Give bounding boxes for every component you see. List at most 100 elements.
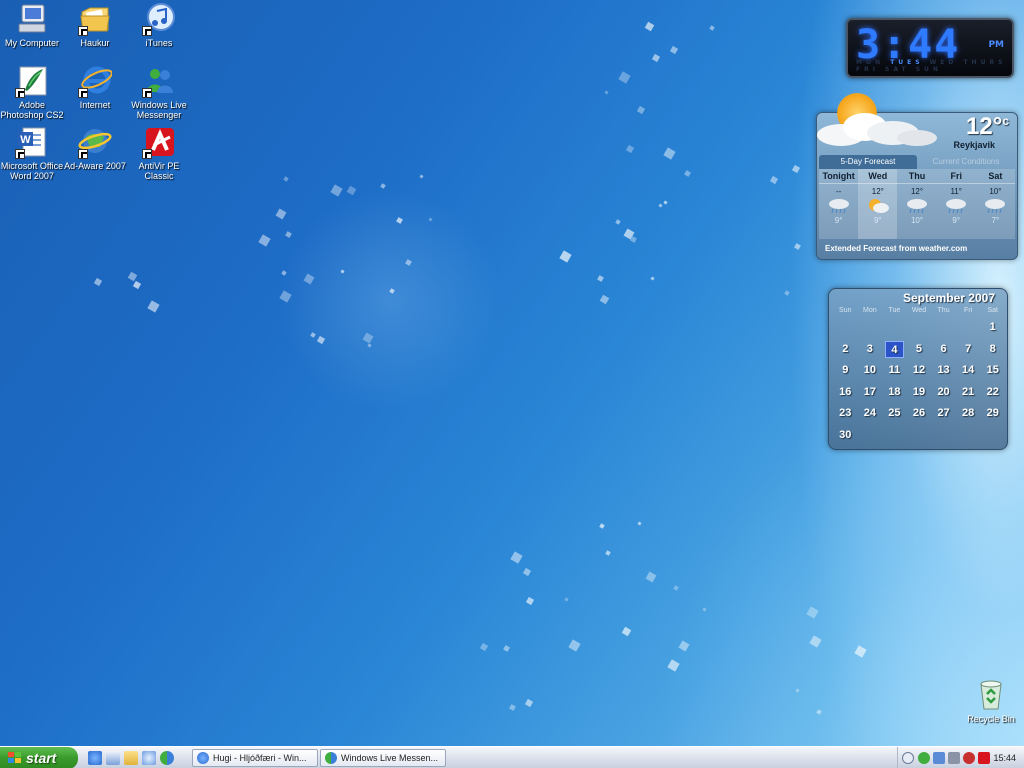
- calendar-day[interactable]: 30: [833, 425, 858, 447]
- calendar-day[interactable]: 7: [956, 339, 981, 361]
- calendar-day: [931, 317, 956, 339]
- clock-gadget[interactable]: 3:44 PM MON TUES WED THURS FRI SAT SUN: [846, 18, 1014, 78]
- rain-icon: [827, 198, 851, 214]
- calendar-day[interactable]: 24: [858, 403, 883, 425]
- clock-day: FRI: [856, 66, 879, 73]
- network-icon[interactable]: [933, 752, 945, 764]
- start-button[interactable]: start: [0, 747, 78, 768]
- forecast-day-name: Sat: [975, 169, 1016, 184]
- sparkle: [793, 243, 801, 251]
- task-button-hugi[interactable]: Hugi - Hljóðfæri - Win...: [192, 749, 318, 767]
- sparkle: [419, 174, 424, 179]
- calendar-day[interactable]: 12: [907, 360, 932, 382]
- sparkle: [524, 698, 533, 707]
- clock-day: THURS: [963, 59, 1007, 66]
- desktop-icon-itunes[interactable]: iTunes: [127, 2, 191, 48]
- sparkle: [316, 336, 325, 345]
- forecast-high: 11°: [950, 187, 962, 196]
- sparkle: [597, 275, 605, 282]
- sparkle: [133, 280, 142, 290]
- calendar-day[interactable]: 18: [882, 382, 907, 404]
- extended-forecast-link[interactable]: Extended Forecast from weather.com: [825, 244, 967, 253]
- calendar-day[interactable]: 6: [931, 339, 956, 361]
- calendar-day[interactable]: 2: [833, 339, 858, 361]
- calendar-day[interactable]: 15: [980, 360, 1005, 382]
- ie-icon[interactable]: [88, 751, 102, 765]
- weather-gadget[interactable]: 12°c Reykjavik 5-Day Forecast Current Co…: [816, 93, 1018, 260]
- sparkle: [644, 21, 655, 32]
- desktop-icon-internet[interactable]: Internet: [63, 64, 127, 110]
- sparkle: [637, 521, 642, 526]
- calendar-day[interactable]: 13: [931, 360, 956, 382]
- desktop-icon-haukur[interactable]: Haukur: [63, 2, 127, 48]
- forecast-day: Wed 12° 9°: [858, 169, 898, 239]
- clock-weekdays: MON TUES WED THURS FRI SAT SUN: [856, 59, 1012, 73]
- forecast-low: 9°: [873, 216, 882, 225]
- desktop-icon-photoshop[interactable]: Adobe Photoshop CS2: [0, 64, 64, 120]
- calendar-day[interactable]: 27: [931, 403, 956, 425]
- sparkle: [362, 332, 374, 344]
- messenger-icon: [142, 64, 176, 98]
- tab-5-day-forecast[interactable]: 5-Day Forecast: [819, 155, 917, 169]
- forecast-day: Tonight -- 9°: [819, 169, 859, 239]
- itunes-icon[interactable]: [142, 751, 156, 765]
- sparkle: [568, 638, 581, 652]
- desktop-icon-recycle-bin[interactable]: Recycle Bin: [959, 678, 1023, 724]
- calendar-day[interactable]: 5: [907, 339, 932, 361]
- calendar-day[interactable]: 16: [833, 382, 858, 404]
- calendar-day[interactable]: 21: [956, 382, 981, 404]
- calendar-day-today[interactable]: 4: [885, 340, 904, 358]
- desktop-icon-label: My Computer: [4, 38, 59, 48]
- clock-day: WED: [929, 59, 958, 66]
- calendar-day[interactable]: 11: [882, 360, 907, 382]
- calendar-day[interactable]: 10: [858, 360, 883, 382]
- calendar-day[interactable]: 14: [956, 360, 981, 382]
- shortcut-arrow-icon: [78, 149, 88, 159]
- folder-icon[interactable]: [124, 751, 138, 765]
- calendar-day[interactable]: 3: [858, 339, 883, 361]
- forecast-low: 10°: [910, 216, 924, 225]
- calendar-day[interactable]: 20: [931, 382, 956, 404]
- messenger-icon[interactable]: [160, 751, 174, 765]
- calendar-weekday-header: Sun Mon Tue Wed Thu Fri Sat: [833, 307, 1005, 314]
- sparkle: [284, 231, 292, 238]
- calendar-day[interactable]: 8: [980, 339, 1005, 361]
- calendar-day[interactable]: 26: [907, 403, 932, 425]
- internet-explorer-icon: [78, 64, 113, 98]
- tab-current-conditions[interactable]: Current Conditions: [917, 155, 1015, 169]
- desktop-icon-word[interactable]: W Microsoft Office Word 2007: [0, 125, 64, 181]
- antivir-tray-icon[interactable]: [978, 752, 990, 764]
- messenger-tray-icon[interactable]: [918, 752, 930, 764]
- desktop-icon-messenger[interactable]: Windows Live Messenger: [127, 64, 191, 120]
- calendar-day[interactable]: 1: [980, 317, 1005, 339]
- calendar-month-title[interactable]: September 2007: [903, 291, 995, 305]
- forecast-day-name: Fri: [936, 169, 976, 184]
- sparkle: [622, 626, 632, 637]
- security-icon[interactable]: [963, 752, 975, 764]
- desktop-icon-antivir[interactable]: AntiVir PE Classic: [127, 125, 191, 181]
- task-button-messenger[interactable]: Windows Live Messen...: [320, 749, 446, 767]
- calendar-day[interactable]: 23: [833, 403, 858, 425]
- calendar-day[interactable]: 22: [980, 382, 1005, 404]
- calendar-gadget[interactable]: September 2007 Sun Mon Tue Wed Thu Fri Sat 123…: [828, 288, 1008, 450]
- calendar-day[interactable]: 28: [956, 403, 981, 425]
- calendar-weekday: Wed: [911, 307, 927, 314]
- taskbar-clock[interactable]: 15:44: [993, 747, 1016, 768]
- sparkle: [283, 175, 289, 182]
- sparkle: [667, 658, 680, 672]
- outlook-icon[interactable]: [106, 751, 120, 765]
- expand-arrow-icon[interactable]: [902, 752, 914, 764]
- calendar-day[interactable]: 9: [833, 360, 858, 382]
- sparkle: [816, 708, 822, 715]
- calendar-day[interactable]: 19: [907, 382, 932, 404]
- calendar-day[interactable]: 29: [980, 403, 1005, 425]
- temperature-unit: c: [1002, 114, 1009, 128]
- sparkle: [678, 640, 690, 652]
- desktop-icon-my-computer[interactable]: My Computer: [0, 2, 64, 48]
- desktop-icon-adaware[interactable]: Ad-Aware 2007: [63, 125, 127, 171]
- volume-icon[interactable]: [948, 752, 960, 764]
- calendar-day: [907, 317, 932, 339]
- desktop[interactable]: My Computer Haukur iTunes Adobe Photosho…: [0, 0, 1024, 746]
- calendar-day[interactable]: 25: [882, 403, 907, 425]
- calendar-day[interactable]: 17: [858, 382, 883, 404]
